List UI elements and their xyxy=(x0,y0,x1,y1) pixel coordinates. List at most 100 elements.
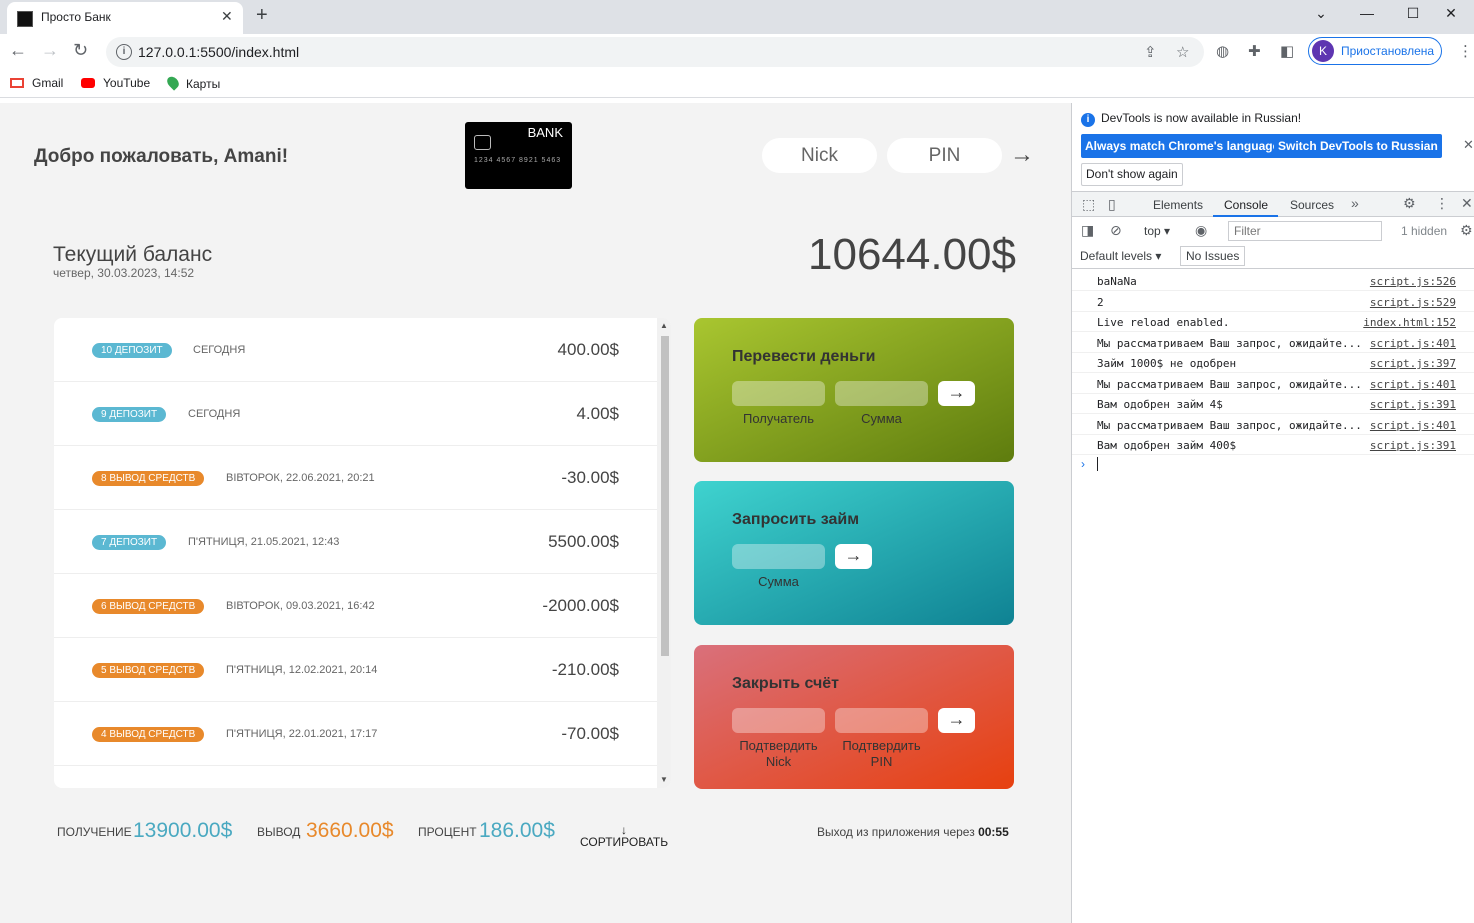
movement-date: СЕГОДНЯ xyxy=(188,408,241,420)
log-source-link[interactable]: script.js:391 xyxy=(1370,398,1456,411)
console-filter-input[interactable]: Filter xyxy=(1228,221,1382,241)
match-language-button[interactable]: Always match Chrome's language xyxy=(1081,134,1284,158)
bookmark-gmail[interactable]: Gmail xyxy=(10,76,63,90)
close-button[interactable]: → xyxy=(938,708,975,733)
movement-date: П'ЯТНИЦЯ, 21.05.2021, 12:43 xyxy=(188,536,340,548)
scroll-thumb[interactable] xyxy=(661,336,669,656)
log-message: Мы рассматриваем Ваш запрос, ожидайте... xyxy=(1097,336,1362,350)
login-user-input[interactable]: Nick xyxy=(762,138,877,173)
dont-show-again-button[interactable]: Don't show again xyxy=(1081,163,1183,186)
minimize-icon[interactable]: — xyxy=(1344,0,1390,30)
bank-card-logo: BANK 1234 4567 8921 5463 xyxy=(465,122,572,189)
loan-button[interactable]: → xyxy=(835,544,872,569)
levels-select[interactable]: Default levels ▾ xyxy=(1080,249,1161,263)
loan-amount-label: Сумма xyxy=(758,574,799,589)
close-devtools-icon[interactable]: ✕ xyxy=(1461,195,1473,212)
inspect-element-icon[interactable]: ⬚ xyxy=(1082,196,1095,213)
live-expression-eye-icon[interactable]: ◉ xyxy=(1195,222,1207,239)
movement-row: 8 ВЫВОД СРЕДСТВ ВІВТОРОК, 22.06.2021, 20:… xyxy=(54,446,657,510)
bookmark-maps[interactable]: Карты xyxy=(164,74,221,91)
movement-value: -210.00$ xyxy=(551,660,619,679)
devtools-panel: i DevTools is now available in Russian! A… xyxy=(1071,103,1474,923)
welcome-message: Добро пожаловать, Amani! xyxy=(34,146,289,167)
back-icon[interactable]: ← xyxy=(9,40,27,61)
settings-gear-icon[interactable]: ⚙ xyxy=(1403,195,1416,212)
gmail-icon xyxy=(10,78,24,88)
summary-out-label: ВЫВОД xyxy=(257,825,301,839)
sort-arrow-icon: ↓ xyxy=(621,823,628,837)
summary-interest-label: ПРОЦЕНТ xyxy=(418,825,477,839)
url-text[interactable]: 127.0.0.1:5500/index.html xyxy=(138,44,299,60)
context-value: top xyxy=(1144,224,1161,238)
scroll-down-icon[interactable]: ▼ xyxy=(660,775,668,784)
summary-interest-value: 186.00$ xyxy=(479,819,555,842)
share-icon[interactable]: ⇪ xyxy=(1144,43,1157,61)
issues-button[interactable]: No Issues xyxy=(1180,246,1246,266)
close-pin-input[interactable] xyxy=(835,708,928,733)
login-button[interactable]: → xyxy=(1010,141,1034,169)
log-message: Мы рассматриваем Ваш запрос, ожидайте... xyxy=(1097,418,1362,432)
bookmark-youtube[interactable]: YouTube xyxy=(81,76,150,90)
close-tab-icon[interactable]: ✕ xyxy=(221,8,233,25)
movement-row: 10 ДЕПОЗИТ СЕГОДНЯ 400.00$ xyxy=(54,318,657,382)
site-info-icon[interactable]: i xyxy=(116,44,132,60)
more-tabs-icon[interactable]: » xyxy=(1351,195,1359,211)
tab-elements[interactable]: Elements xyxy=(1153,198,1203,212)
log-source-link[interactable]: script.js:391 xyxy=(1370,439,1456,452)
transfer-amount-label: Сумма xyxy=(861,411,902,426)
switch-language-button[interactable]: Switch DevTools to Russian xyxy=(1274,134,1442,158)
close-window-icon[interactable]: ✕ xyxy=(1428,0,1474,30)
sidebar-toggle-icon[interactable]: ◨ xyxy=(1081,222,1094,239)
log-source-link[interactable]: script.js:401 xyxy=(1370,419,1456,432)
log-source-link[interactable]: script.js:529 xyxy=(1370,296,1456,309)
log-source-link[interactable]: script.js:401 xyxy=(1370,337,1456,350)
balance-label: Текущий баланс xyxy=(53,243,213,266)
movements-list[interactable]: 10 ДЕПОЗИТ СЕГОДНЯ 400.00$ 9 ДЕПОЗИТ СЕГОДНЯ… xyxy=(54,318,671,788)
scroll-up-icon[interactable]: ▲ xyxy=(660,321,668,330)
movements-scrollbar[interactable]: ▲ ▼ xyxy=(657,318,671,788)
console-log-row: Live reload enabled. index.html:152 xyxy=(1072,312,1474,332)
log-message: baNaNa xyxy=(1097,275,1137,288)
close-user-input[interactable] xyxy=(732,708,825,733)
movement-value: 4.00$ xyxy=(576,404,619,423)
log-source-link[interactable]: index.html:152 xyxy=(1363,316,1456,329)
tab-search-icon[interactable]: ⌄ xyxy=(1298,0,1344,30)
devtools-menu-icon[interactable]: ⋮ xyxy=(1435,195,1449,212)
translate-icon[interactable]: ◍ xyxy=(1216,42,1229,60)
reload-icon[interactable]: ↻ xyxy=(73,40,88,61)
log-source-link[interactable]: script.js:397 xyxy=(1370,357,1456,370)
hidden-count: 1 hidden xyxy=(1401,224,1448,238)
bookmark-label: YouTube xyxy=(103,76,151,90)
loan-amount-input[interactable] xyxy=(732,544,825,569)
bookmark-star-icon[interactable]: ☆ xyxy=(1176,43,1189,61)
console-settings-icon[interactable]: ⚙ xyxy=(1460,222,1473,239)
clear-console-icon[interactable]: ⊘ xyxy=(1110,222,1122,239)
log-source-link[interactable]: script.js:401 xyxy=(1370,378,1456,391)
log-message: Вам одобрен займ 400$ xyxy=(1097,439,1237,452)
close-notice-icon[interactable]: ✕ xyxy=(1463,137,1474,153)
forward-icon[interactable]: → xyxy=(41,40,59,61)
address-bar[interactable]: i 127.0.0.1:5500/index.html ⇪ ☆ xyxy=(106,37,1204,67)
tab-sources[interactable]: Sources xyxy=(1290,198,1334,212)
sort-button[interactable]: ↓ СОРТИРОВАТЬ xyxy=(580,823,668,849)
context-select[interactable]: top ▾ xyxy=(1144,224,1170,238)
transfer-to-input[interactable] xyxy=(732,381,825,406)
menu-kebab-icon[interactable]: ⋮ xyxy=(1458,42,1473,60)
bookmark-label: Карты xyxy=(186,77,221,91)
device-toolbar-icon[interactable]: ▯ xyxy=(1108,196,1116,213)
log-source-link[interactable]: script.js:526 xyxy=(1370,275,1456,288)
extensions-icon[interactable]: ✚ xyxy=(1248,42,1261,60)
new-tab-icon[interactable]: + xyxy=(256,4,268,27)
transfer-button[interactable]: → xyxy=(938,381,975,406)
logout-timer-value: 00:55 xyxy=(978,825,1009,839)
side-panel-icon[interactable]: ◧ xyxy=(1280,42,1294,60)
console-log-row: baNaNa script.js:526 xyxy=(1072,271,1474,291)
profile-button[interactable]: K Приостановлена xyxy=(1308,37,1442,65)
transfer-amount-input[interactable] xyxy=(835,381,928,406)
console-input[interactable] xyxy=(1097,457,1098,471)
browser-tab[interactable]: Просто Банк ✕ xyxy=(7,2,243,34)
login-pin-input[interactable]: PIN xyxy=(887,138,1002,173)
tab-title: Просто Банк xyxy=(41,10,111,24)
tab-console[interactable]: Console xyxy=(1224,198,1268,212)
card-brand: BANK xyxy=(527,125,563,140)
